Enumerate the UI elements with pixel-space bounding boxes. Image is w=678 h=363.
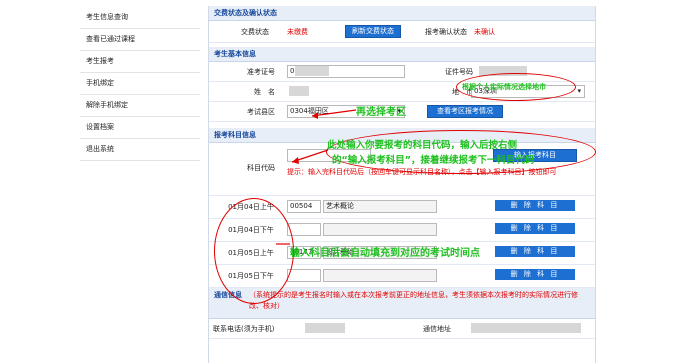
arrow-district — [311, 109, 357, 117]
annotation-arrows — [276, 109, 357, 245]
arrow-head-code — [292, 157, 299, 164]
arrow-head-district — [312, 112, 318, 119]
